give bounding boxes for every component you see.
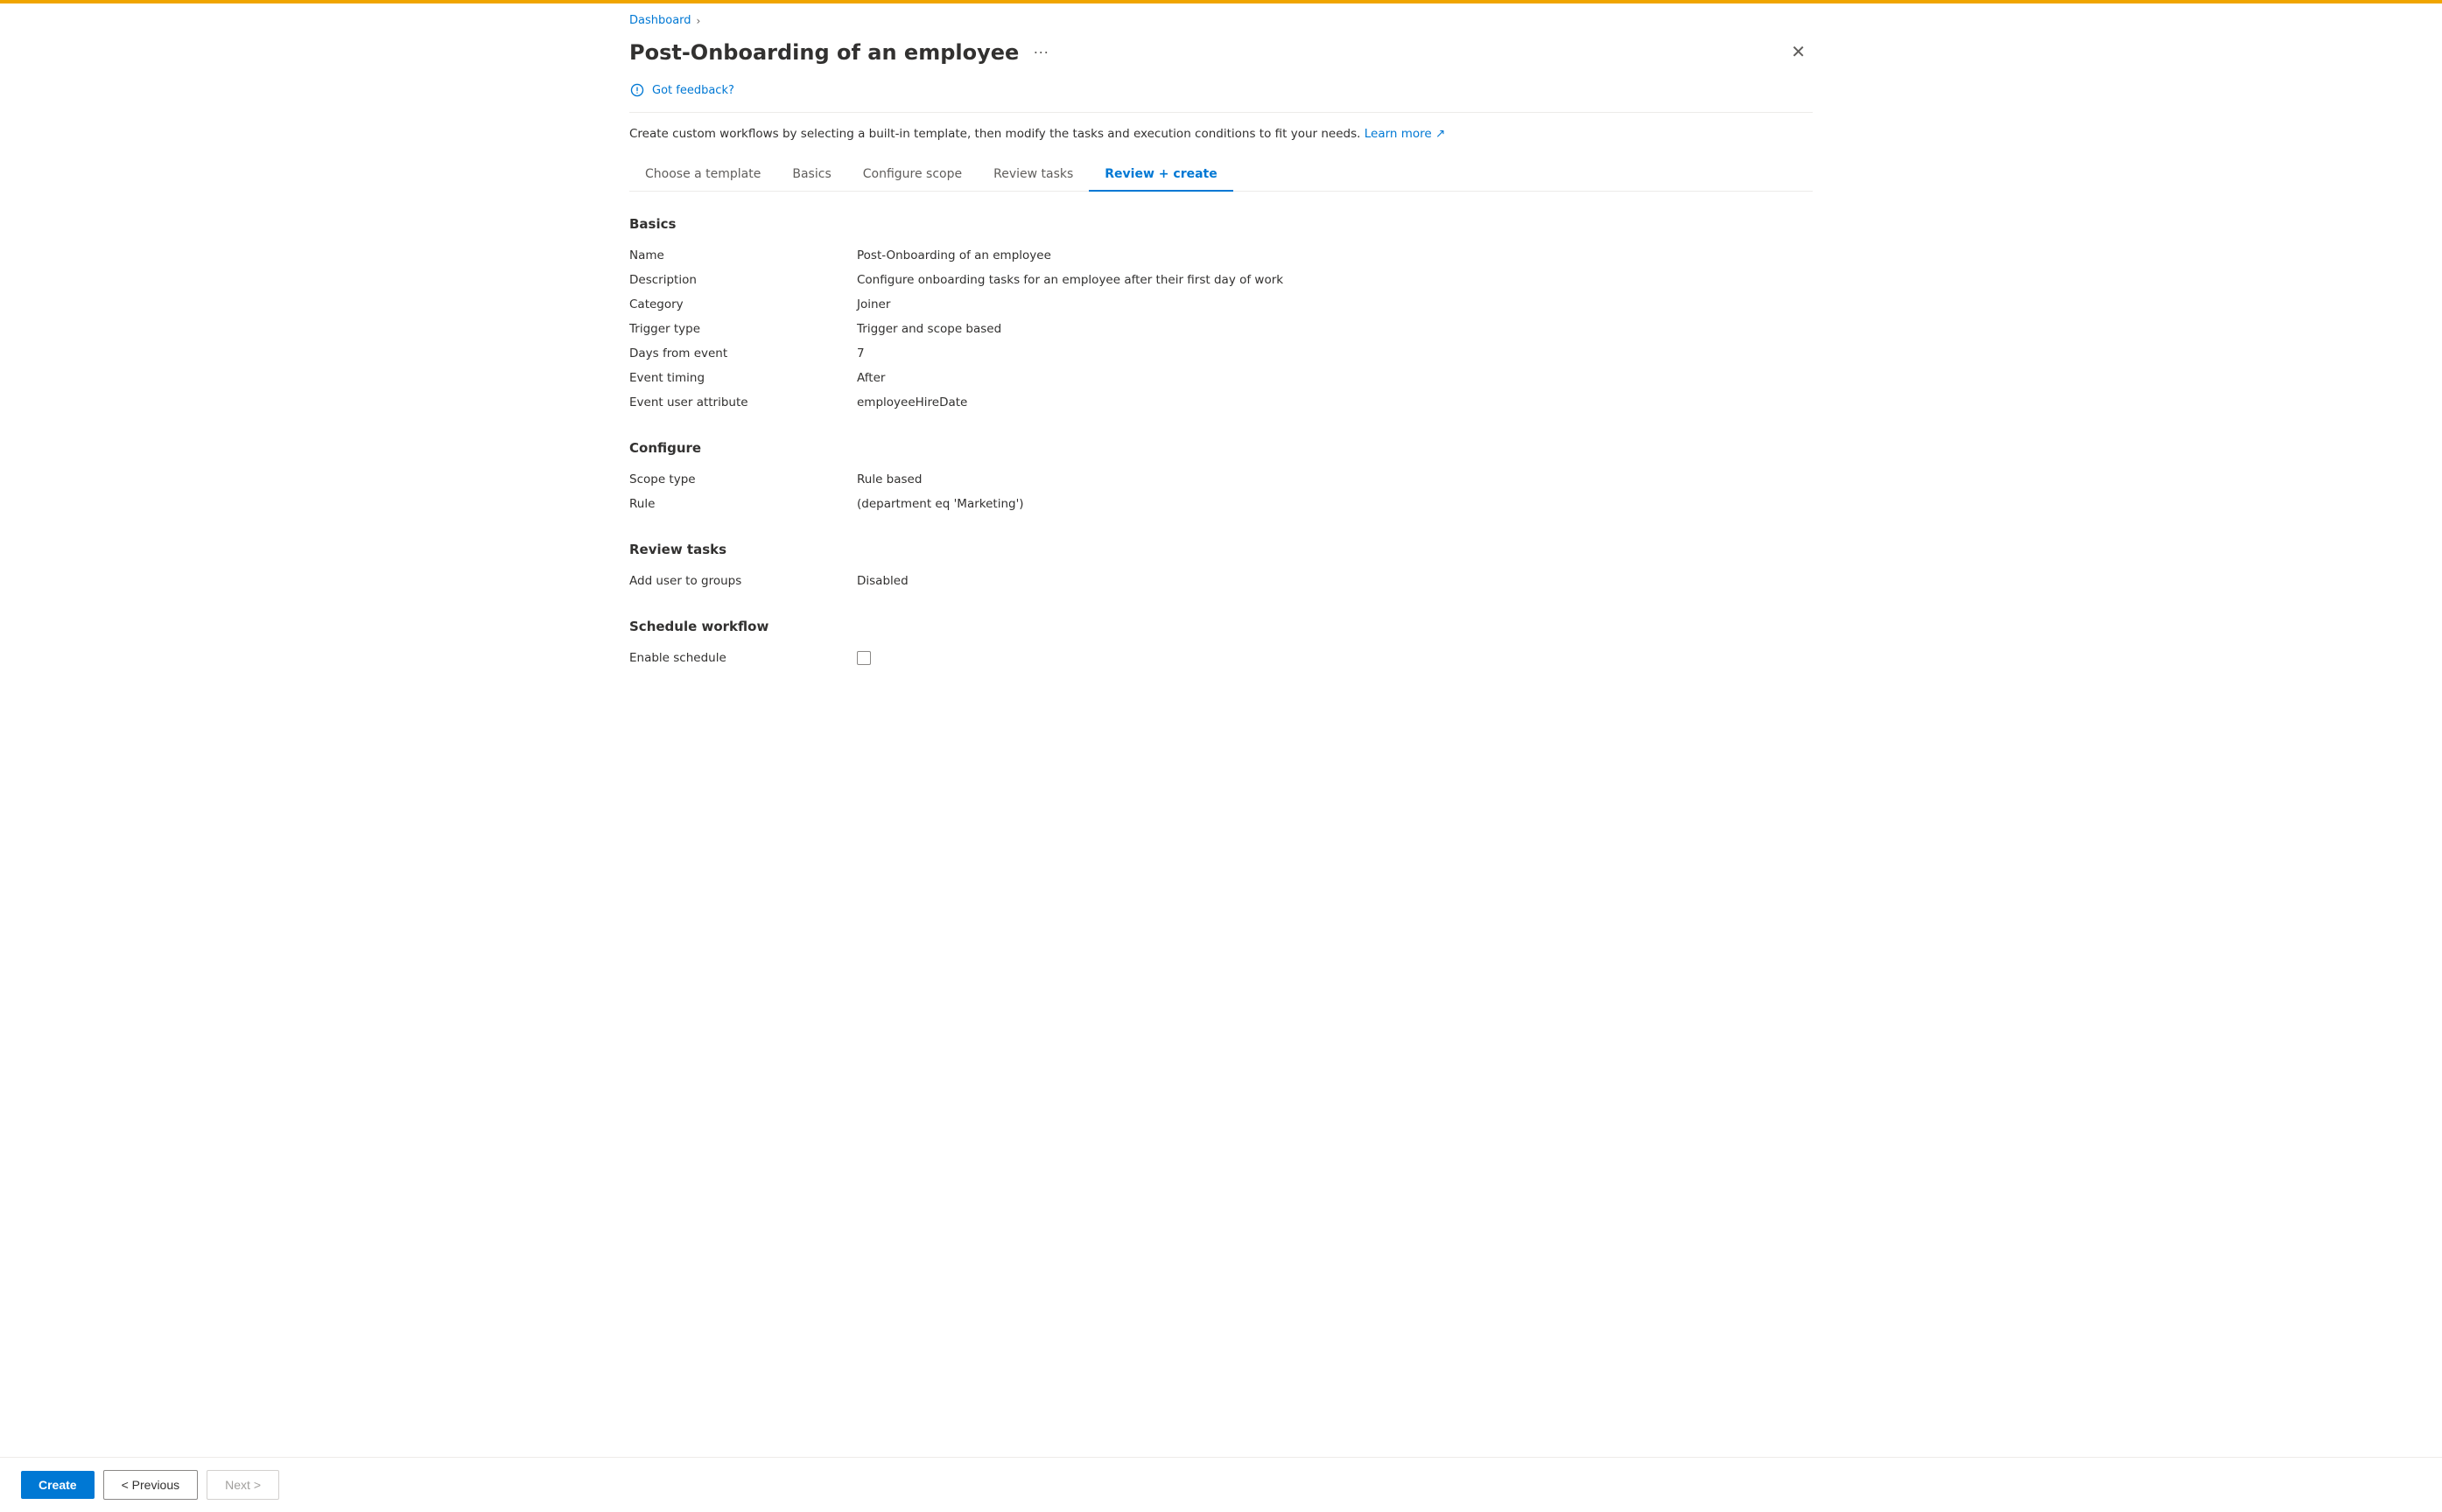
close-button[interactable]: ✕ bbox=[1784, 38, 1813, 66]
field-value-event-user-attribute: employeeHireDate bbox=[857, 396, 967, 410]
field-row-scope-type: Scope type Rule based bbox=[629, 468, 1813, 493]
field-row-event-user-attribute: Event user attribute employeeHireDate bbox=[629, 391, 1813, 416]
next-button: Next > bbox=[207, 1470, 279, 1500]
basics-section-title: Basics bbox=[629, 216, 1813, 232]
page-title: Post-Onboarding of an employee bbox=[629, 40, 1019, 65]
tab-configure-scope[interactable]: Configure scope bbox=[847, 158, 978, 192]
field-value-description: Configure onboarding tasks for an employ… bbox=[857, 273, 1283, 287]
divider bbox=[629, 112, 1813, 113]
feedback-icon bbox=[629, 82, 645, 98]
field-label-trigger-type: Trigger type bbox=[629, 322, 857, 336]
field-row-enable-schedule: Enable schedule bbox=[629, 647, 1813, 671]
field-label-scope-type: Scope type bbox=[629, 472, 857, 486]
tab-review-create[interactable]: Review + create bbox=[1089, 158, 1232, 192]
tab-review-tasks[interactable]: Review tasks bbox=[978, 158, 1089, 192]
breadcrumb-separator: › bbox=[697, 15, 701, 27]
feedback-label: Got feedback? bbox=[652, 84, 734, 97]
review-tasks-section: Review tasks Add user to groups Disabled bbox=[629, 542, 1813, 594]
field-row-trigger-type: Trigger type Trigger and scope based bbox=[629, 318, 1813, 342]
field-label-rule: Rule bbox=[629, 497, 857, 511]
field-label-name: Name bbox=[629, 248, 857, 262]
more-options-button[interactable]: ··· bbox=[1028, 41, 1054, 63]
field-value-name: Post-Onboarding of an employee bbox=[857, 248, 1051, 262]
schedule-workflow-section: Schedule workflow Enable schedule bbox=[629, 619, 1813, 671]
basics-section: Basics Name Post-Onboarding of an employ… bbox=[629, 216, 1813, 416]
breadcrumb-dashboard[interactable]: Dashboard bbox=[629, 14, 691, 27]
field-label-event-user-attribute: Event user attribute bbox=[629, 396, 857, 410]
breadcrumb: Dashboard › bbox=[629, 4, 1813, 31]
feedback-row[interactable]: Got feedback? bbox=[629, 77, 1813, 108]
configure-section-title: Configure bbox=[629, 440, 1813, 456]
field-row-days-from-event: Days from event 7 bbox=[629, 342, 1813, 367]
field-row-description: Description Configure onboarding tasks f… bbox=[629, 269, 1813, 293]
field-value-trigger-type: Trigger and scope based bbox=[857, 322, 1001, 336]
previous-button[interactable]: < Previous bbox=[103, 1470, 199, 1500]
field-row-add-user-to-groups: Add user to groups Disabled bbox=[629, 570, 1813, 594]
field-value-rule: (department eq 'Marketing') bbox=[857, 497, 1024, 511]
field-value-add-user-to-groups: Disabled bbox=[857, 574, 909, 588]
field-row-event-timing: Event timing After bbox=[629, 367, 1813, 391]
field-label-event-timing: Event timing bbox=[629, 371, 857, 385]
field-label-days-from-event: Days from event bbox=[629, 346, 857, 360]
field-label-add-user-to-groups: Add user to groups bbox=[629, 574, 857, 588]
tabs-row: Choose a template Basics Configure scope… bbox=[629, 158, 1813, 192]
field-label-description: Description bbox=[629, 273, 857, 287]
field-row-rule: Rule (department eq 'Marketing') bbox=[629, 493, 1813, 517]
footer-bar: Create < Previous Next > bbox=[0, 1457, 2442, 1512]
tab-basics[interactable]: Basics bbox=[776, 158, 846, 192]
create-button[interactable]: Create bbox=[21, 1471, 95, 1499]
info-text: Create custom workflows by selecting a b… bbox=[629, 127, 1813, 141]
field-value-category: Joiner bbox=[857, 298, 890, 312]
external-link-icon: ↗ bbox=[1435, 127, 1445, 141]
schedule-workflow-section-title: Schedule workflow bbox=[629, 619, 1813, 634]
field-row-category: Category Joiner bbox=[629, 293, 1813, 318]
field-row-name: Name Post-Onboarding of an employee bbox=[629, 244, 1813, 269]
review-tasks-section-title: Review tasks bbox=[629, 542, 1813, 557]
field-value-days-from-event: 7 bbox=[857, 346, 865, 360]
checkbox-wrapper bbox=[857, 651, 871, 665]
field-value-scope-type: Rule based bbox=[857, 472, 922, 486]
tab-choose-template[interactable]: Choose a template bbox=[629, 158, 776, 192]
field-value-event-timing: After bbox=[857, 371, 885, 385]
field-value-enable-schedule bbox=[857, 651, 871, 665]
enable-schedule-checkbox[interactable] bbox=[857, 651, 871, 665]
learn-more-link[interactable]: Learn more ↗ bbox=[1365, 127, 1446, 141]
field-label-category: Category bbox=[629, 298, 857, 312]
page-title-row: Post-Onboarding of an employee ··· bbox=[629, 40, 1054, 65]
page-header: Post-Onboarding of an employee ··· ✕ bbox=[629, 31, 1813, 77]
field-label-enable-schedule: Enable schedule bbox=[629, 651, 857, 665]
configure-section: Configure Scope type Rule based Rule (de… bbox=[629, 440, 1813, 517]
